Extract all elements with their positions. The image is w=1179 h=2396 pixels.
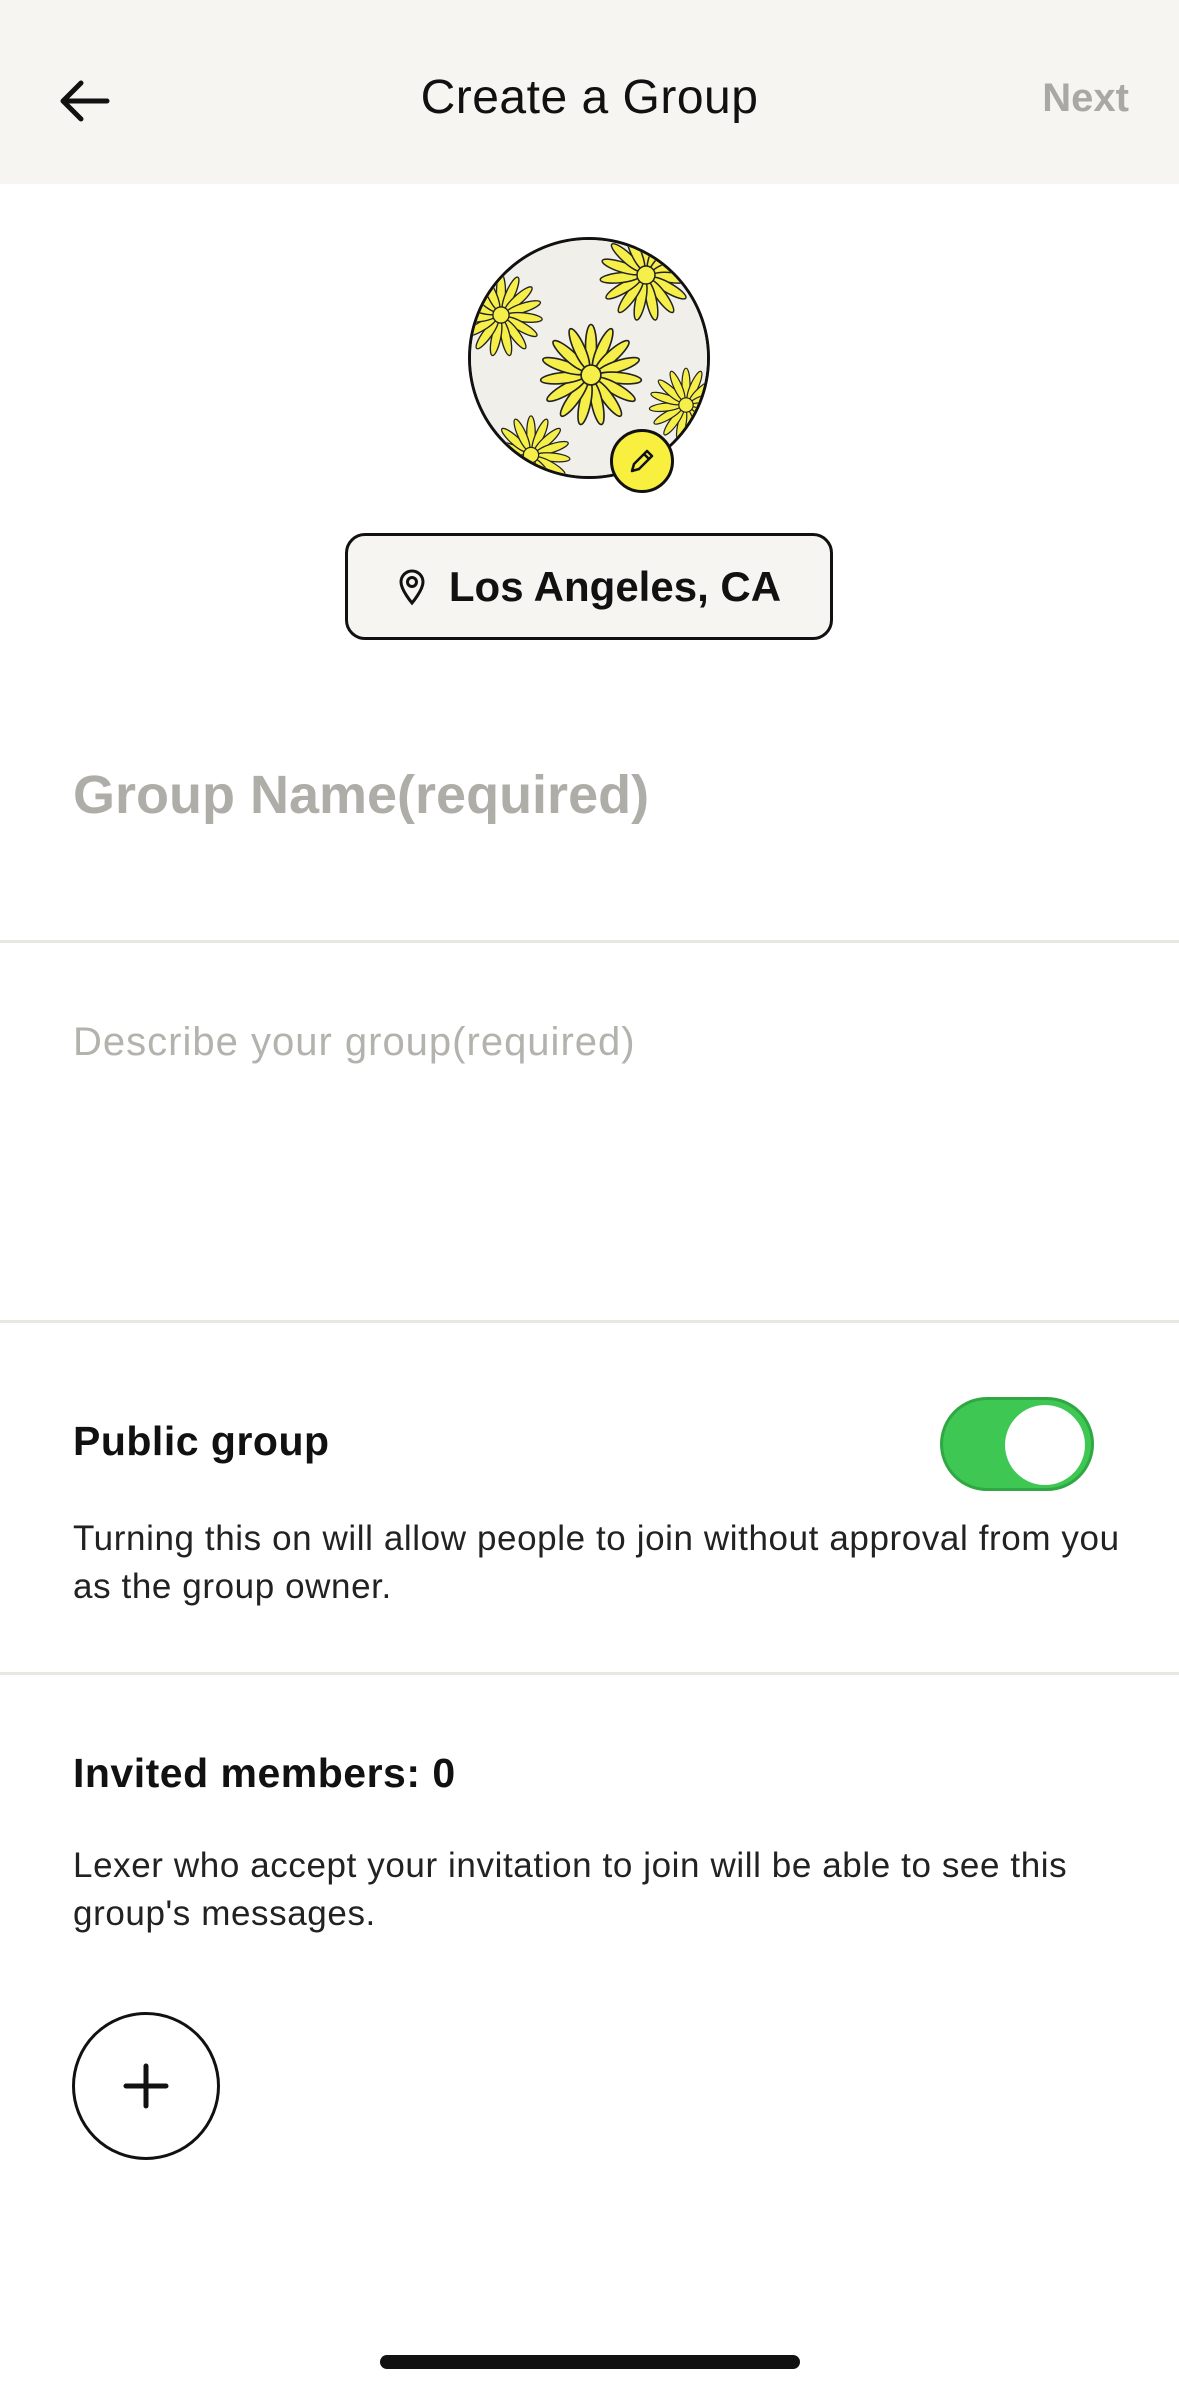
top-navigation-bar: Create a Group Next [0, 0, 1179, 184]
location-selector[interactable]: Los Angeles, CA [345, 533, 833, 640]
group-name-input[interactable] [73, 755, 1113, 835]
group-description-input[interactable] [73, 1020, 1113, 1270]
public-group-title: Public group [73, 1418, 330, 1464]
group-avatar[interactable] [468, 237, 710, 479]
invited-members-description: Lexer who accept your invitation to join… [73, 1846, 1068, 1933]
location-label: Los Angeles, CA [448, 562, 782, 610]
invited-members-title: Invited members: 0 [73, 1750, 456, 1796]
pencil-icon [630, 449, 654, 473]
next-button[interactable]: Next [1042, 76, 1129, 121]
plus-icon [123, 2063, 169, 2109]
flower-pattern-image [471, 240, 707, 476]
divider [0, 1320, 1179, 1323]
group-avatar-container [468, 237, 710, 493]
public-group-description: Turning this on will allow people to joi… [73, 1519, 1120, 1606]
edit-avatar-button[interactable] [610, 429, 674, 493]
public-group-toggle[interactable] [940, 1397, 1094, 1491]
toggle-knob [1005, 1405, 1085, 1485]
map-pin-icon [399, 569, 425, 605]
home-indicator[interactable] [380, 2355, 800, 2369]
divider [0, 940, 1179, 943]
page-title: Create a Group [420, 71, 759, 124]
divider [0, 1672, 1179, 1675]
add-member-button[interactable] [72, 2012, 220, 2160]
